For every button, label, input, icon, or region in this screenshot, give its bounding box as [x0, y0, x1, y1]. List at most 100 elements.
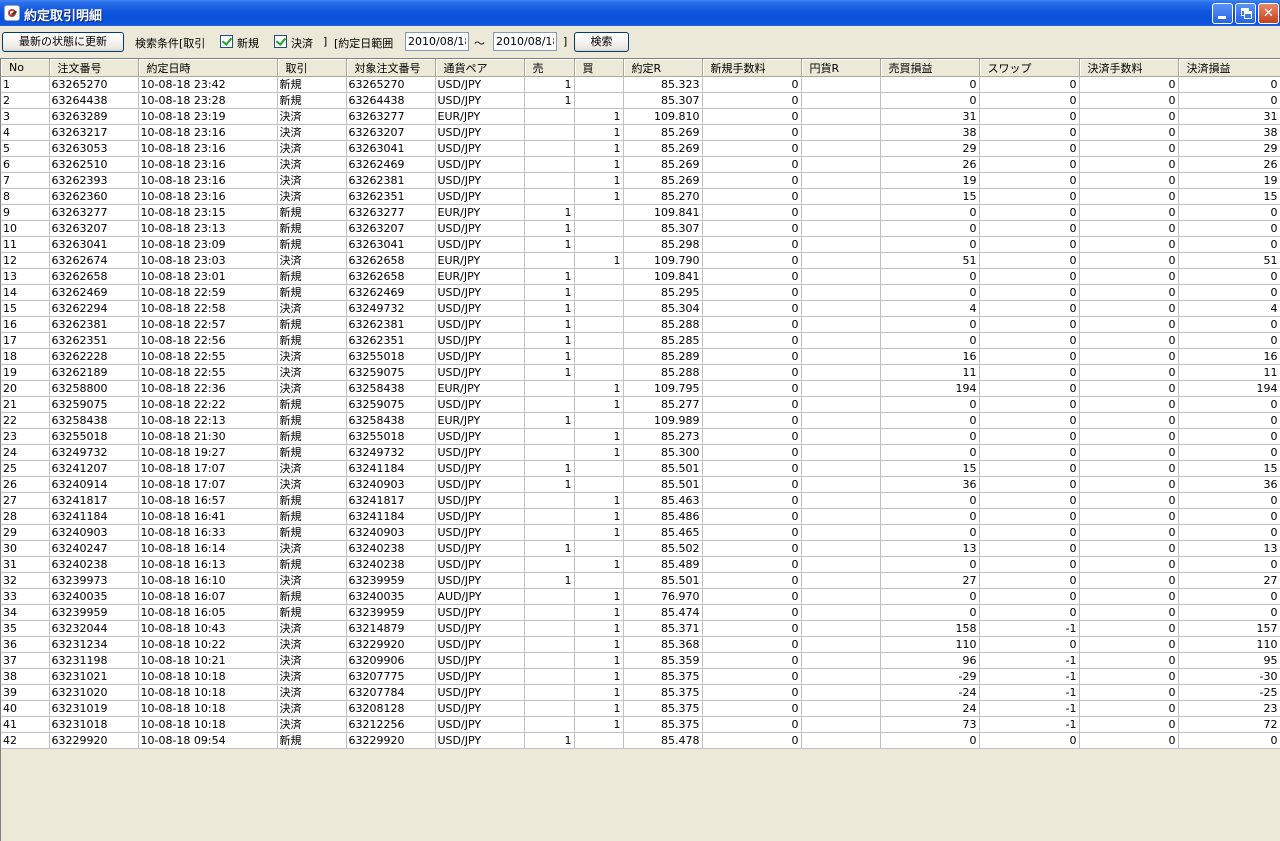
table-row[interactable]: 22 63258438 10-08-18 22:13 新規 63258438 EUR/JP… [1, 412, 1280, 429]
table-row[interactable]: 35 63232044 10-08-18 10:43 決済 63214879 USD/JP… [1, 620, 1280, 637]
table-cell [524, 508, 575, 525]
table-cell: 0 [880, 604, 980, 621]
table-cell: 0 [880, 732, 980, 749]
table-row[interactable]: 21 63259075 10-08-18 22:22 新規 63259075 USD/JP… [1, 396, 1280, 413]
table-row[interactable]: 24 63249732 10-08-18 19:27 新規 63249732 USD/JP… [1, 444, 1280, 461]
column-header[interactable]: No [1, 59, 50, 77]
column-header[interactable]: 注文番号 [49, 59, 139, 77]
table-row[interactable]: 38 63231021 10-08-18 10:18 決済 63207775 USD/JP… [1, 668, 1280, 685]
table-cell: 0 [880, 236, 980, 253]
table-cell: 1 [574, 620, 624, 637]
new-checkbox[interactable] [220, 35, 233, 48]
column-header[interactable]: スワップ [979, 59, 1080, 77]
table-row[interactable]: 26 63240914 10-08-18 17:07 決済 63240903 USD/JP… [1, 476, 1280, 493]
table-cell: USD/JPY [435, 220, 525, 237]
table-row[interactable]: 1 63265270 10-08-18 23:42 新規 63265270 USD/JPY… [1, 76, 1280, 93]
table-cell: 63263041 [346, 236, 436, 253]
table-cell [801, 588, 881, 605]
table-cell: 63239959 [49, 604, 139, 621]
table-cell: 0 [1178, 588, 1280, 605]
table-row[interactable]: 19 63262189 10-08-18 22:55 決済 63259075 USD/JP… [1, 364, 1280, 381]
table-row[interactable]: 2 63264438 10-08-18 23:28 新規 63264438 USD/JPY… [1, 92, 1280, 109]
table-row[interactable]: 25 63241207 10-08-18 17:07 決済 63241184 USD/JP… [1, 460, 1280, 477]
table-row[interactable]: 27 63241817 10-08-18 16:57 新規 63241817 USD/JP… [1, 492, 1280, 509]
column-header[interactable]: 売 [524, 59, 575, 77]
table-row[interactable]: 39 63231020 10-08-18 10:18 決済 63207784 USD/JP… [1, 684, 1280, 701]
table-cell: 0 [1079, 412, 1179, 429]
column-header[interactable]: 対象注文番号 [346, 59, 436, 77]
table-row[interactable]: 31 63240238 10-08-18 16:13 新規 63240238 USD/JP… [1, 556, 1280, 573]
table-row[interactable]: 8 63262360 10-08-18 23:16 決済 63262351 USD/JPY… [1, 188, 1280, 205]
table-row[interactable]: 7 63262393 10-08-18 23:16 決済 63262381 USD/JPY… [1, 172, 1280, 189]
settle-checkbox[interactable] [274, 35, 287, 48]
table-cell: EUR/JPY [435, 108, 525, 125]
table-row[interactable]: 32 63239973 10-08-18 16:10 決済 63239959 USD/JP… [1, 572, 1280, 589]
table-row[interactable]: 29 63240903 10-08-18 16:33 新規 63240903 USD/JP… [1, 524, 1280, 541]
table-row[interactable]: 41 63231018 10-08-18 10:18 決済 63212256 USD/JP… [1, 716, 1280, 733]
table-cell: 32 [1, 572, 50, 589]
table-cell: 1 [574, 124, 624, 141]
table-row[interactable]: 14 63262469 10-08-18 22:59 新規 63262469 USD/JP… [1, 284, 1280, 301]
table-row[interactable]: 5 63263053 10-08-18 23:16 決済 63263041 USD/JPY… [1, 140, 1280, 157]
restore-button[interactable] [1235, 3, 1256, 24]
table-row[interactable]: 33 63240035 10-08-18 16:07 新規 63240035 AUD/JP… [1, 588, 1280, 605]
table-cell: 63262189 [49, 364, 139, 381]
trade-detail-grid[interactable]: No 注文番号 約定日時 取引 対象注文番号 通貨ペア売買約定R 新規手数料 円貨R 売買損益ス… [0, 58, 1280, 841]
search-button[interactable]: 検索 [574, 32, 629, 52]
column-header[interactable]: 通貨ペア [435, 59, 525, 77]
date-to-input[interactable] [493, 32, 557, 51]
table-row[interactable]: 15 63262294 10-08-18 22:58 決済 63249732 USD/JP… [1, 300, 1280, 317]
table-row[interactable]: 37 63231198 10-08-18 10:21 決済 63209906 USD/JP… [1, 652, 1280, 669]
table-cell: 10-08-18 23:42 [138, 76, 278, 93]
column-header[interactable]: 決済損益 [1178, 59, 1280, 77]
table-row[interactable]: 6 63262510 10-08-18 23:16 決済 63262469 USD/JPY… [1, 156, 1280, 173]
table-row[interactable]: 36 63231234 10-08-18 10:22 決済 63229920 USD/JP… [1, 636, 1280, 653]
date-from-input[interactable] [405, 32, 469, 51]
close-button[interactable]: ✕ [1258, 3, 1279, 24]
table-row[interactable]: 16 63262381 10-08-18 22:57 新規 63262381 USD/JP… [1, 316, 1280, 333]
table-cell: 0 [979, 508, 1080, 525]
column-header[interactable]: 円貨R [801, 59, 881, 77]
table-cell: 0 [1079, 156, 1179, 173]
table-row[interactable]: 18 63262228 10-08-18 22:55 決済 63255018 USD/JP… [1, 348, 1280, 365]
tilde-label: ～ [474, 37, 485, 50]
table-row[interactable]: 13 63262658 10-08-18 23:01 新規 63262658 EUR/JP… [1, 268, 1280, 285]
table-cell: 63262469 [346, 284, 436, 301]
table-cell: 0 [1079, 220, 1179, 237]
table-row[interactable]: 34 63239959 10-08-18 16:05 新規 63239959 USD/JP… [1, 604, 1280, 621]
table-row[interactable]: 11 63263041 10-08-18 23:09 新規 63263041 USD/JP… [1, 236, 1280, 253]
column-header[interactable]: 約定R [623, 59, 703, 77]
table-row[interactable]: 4 63263217 10-08-18 23:16 決済 63263207 USD/JPY… [1, 124, 1280, 141]
column-header[interactable]: 買 [574, 59, 624, 77]
table-row[interactable]: 40 63231019 10-08-18 10:18 決済 63208128 USD/JP… [1, 700, 1280, 717]
table-cell: 0 [702, 428, 802, 445]
table-cell: 63249732 [49, 444, 139, 461]
table-cell [524, 124, 575, 141]
table-cell: 10-08-18 22:13 [138, 412, 278, 429]
table-row[interactable]: 30 63240247 10-08-18 16:14 決済 63240238 USD/JP… [1, 540, 1280, 557]
column-header[interactable]: 約定日時 [138, 59, 278, 77]
column-header[interactable]: 売買損益 [880, 59, 980, 77]
table-cell: 0 [702, 668, 802, 685]
table-row[interactable]: 12 63262674 10-08-18 23:03 決済 63262658 EUR/JP… [1, 252, 1280, 269]
table-cell: 決済 [277, 620, 347, 637]
column-header[interactable]: 取引 [277, 59, 347, 77]
table-cell: 0 [979, 396, 1080, 413]
table-cell: 8 [1, 188, 50, 205]
table-row[interactable]: 10 63263207 10-08-18 23:13 新規 63263207 USD/JP… [1, 220, 1280, 237]
table-cell: 0 [702, 284, 802, 301]
minimize-button[interactable] [1212, 3, 1233, 24]
table-row[interactable]: 17 63262351 10-08-18 22:56 新規 63262351 USD/JP… [1, 332, 1280, 349]
table-cell: 10-08-18 22:56 [138, 332, 278, 349]
table-row[interactable]: 20 63258800 10-08-18 22:36 決済 63258438 EUR/JP… [1, 380, 1280, 397]
column-header[interactable]: 新規手数料 [702, 59, 802, 77]
table-row[interactable]: 28 63241184 10-08-18 16:41 新規 63241184 USD/JP… [1, 508, 1280, 525]
table-row[interactable]: 9 63263277 10-08-18 23:15 新規 63263277 EUR/JPY… [1, 204, 1280, 221]
table-cell: 0 [979, 140, 1080, 157]
table-row[interactable]: 23 63255018 10-08-18 21:30 新規 63255018 USD/JP… [1, 428, 1280, 445]
column-header[interactable]: 決済手数料 [1079, 59, 1179, 77]
table-cell [574, 300, 624, 317]
table-row[interactable]: 3 63263289 10-08-18 23:19 決済 63263277 EUR/JPY… [1, 108, 1280, 125]
table-row[interactable]: 42 63229920 10-08-18 09:54 新規 63229920 USD/JP… [1, 732, 1280, 749]
refresh-button[interactable]: 最新の状態に更新 [2, 32, 124, 52]
